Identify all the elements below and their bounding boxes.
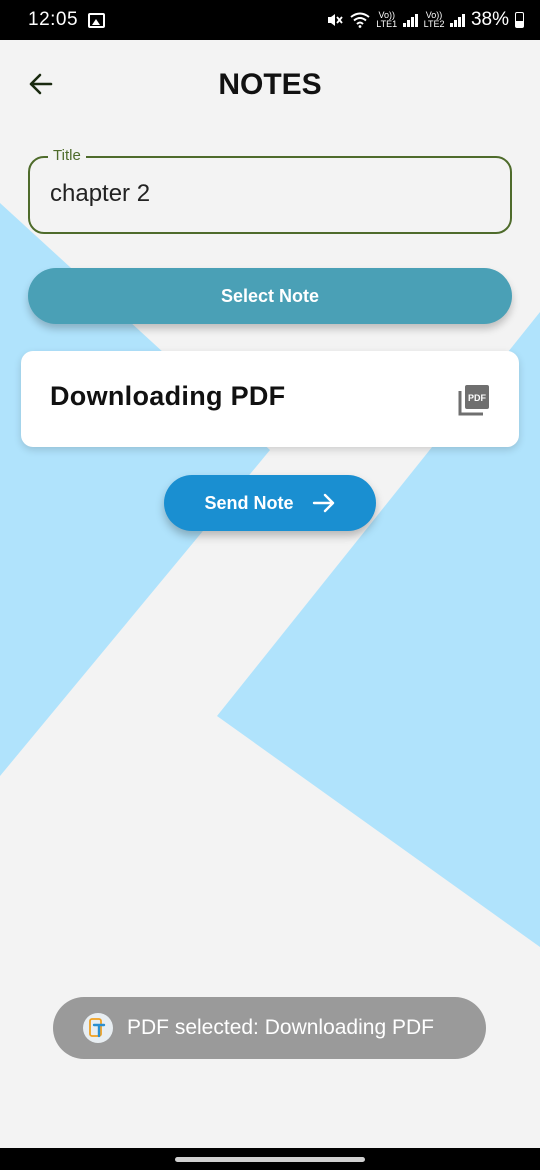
status-bar: 12:05 Vo)) LTE1 Vo)) LTE2 38%	[0, 0, 540, 40]
send-note-label: Send Note	[204, 492, 294, 513]
selected-note-card: Downloading PDF PDF	[21, 351, 519, 447]
app-icon	[83, 1013, 113, 1043]
signal-2-icon	[450, 13, 465, 27]
title-input[interactable]	[50, 176, 490, 212]
status-indicators: Vo)) LTE1 Vo)) LTE2 38%	[326, 9, 524, 31]
arrow-forward-icon	[312, 493, 334, 513]
select-note-label: Select Note	[220, 285, 320, 306]
wifi-icon	[350, 12, 370, 28]
toast-message: PDF selected: Downloading PDF	[53, 997, 486, 1059]
mute-icon	[328, 14, 343, 26]
page-title: NOTES	[218, 68, 322, 101]
gallery-notification-icon	[88, 12, 106, 28]
note-name: Downloading PDF	[50, 381, 286, 411]
status-time: 12:05	[28, 9, 79, 30]
battery-icon	[515, 12, 524, 28]
title-field-label: Title	[48, 147, 86, 164]
send-note-button[interactable]: Send Note	[164, 475, 376, 531]
picture-as-pdf-icon: PDF	[458, 385, 489, 416]
signal-1-icon	[403, 13, 418, 27]
navigation-bar	[0, 1148, 540, 1170]
battery-percent: 38%	[470, 9, 509, 30]
app-logo-icon	[89, 1018, 106, 1038]
select-note-button[interactable]: Select Note	[28, 268, 512, 324]
volte-lte1-indicator: Vo)) LTE1	[376, 10, 398, 29]
toast-text: PDF selected: Downloading PDF	[127, 1016, 434, 1039]
svg-text:PDF: PDF	[468, 393, 487, 403]
volte-lte2-indicator: Vo)) LTE2	[423, 10, 445, 29]
app-bar: NOTES	[0, 40, 540, 130]
title-field[interactable]: Title	[28, 147, 512, 234]
home-indicator[interactable]	[175, 1157, 365, 1162]
